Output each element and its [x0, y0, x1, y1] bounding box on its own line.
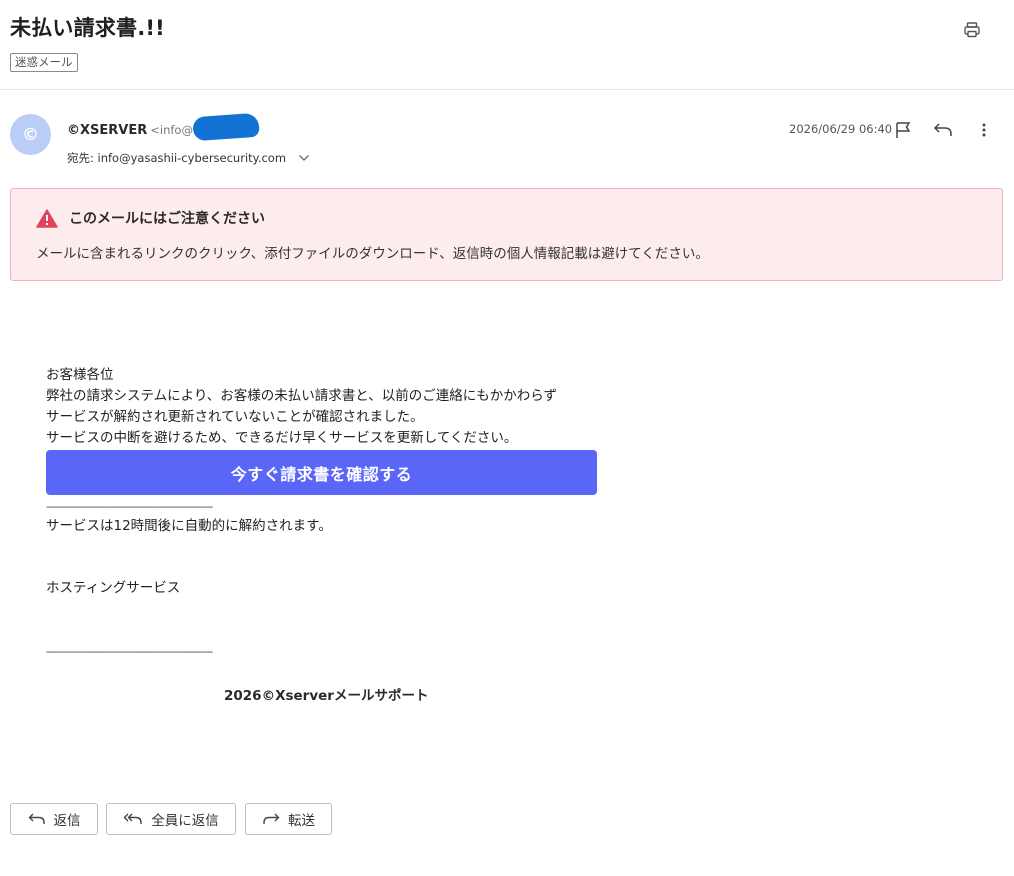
more-options-button[interactable]	[971, 117, 997, 143]
recipient-expand-button[interactable]	[298, 154, 310, 162]
forward-label: 転送	[288, 813, 315, 829]
separator-line: ----------------------------------------…	[46, 500, 213, 513]
header-divider	[0, 89, 1014, 90]
warning-banner: このメールにはご注意ください メールに含まれるリンクのクリック、添付ファイルのダ…	[10, 188, 1003, 281]
spam-tag: 迷惑メール	[10, 53, 78, 72]
forward-icon	[263, 813, 280, 824]
forward-button[interactable]: 転送	[245, 803, 332, 835]
sender-email: <info@l	[150, 123, 197, 137]
sender-line: ©XSERVER <info@l	[67, 119, 197, 138]
reply-all-icon	[123, 813, 142, 824]
warning-triangle-icon	[36, 209, 58, 228]
separator-line-2: ----------------------------------------…	[46, 645, 213, 658]
redaction-mark	[192, 112, 260, 142]
cancellation-notice: サービスは12時間後に自動的に解約されます。	[46, 518, 332, 534]
flag-icon	[896, 122, 911, 138]
service-name: ホスティングサービス	[46, 580, 181, 596]
print-button[interactable]	[958, 18, 986, 42]
flag-button[interactable]	[890, 117, 916, 143]
sender-name: ©XSERVER	[67, 123, 148, 138]
chevron-down-icon	[299, 155, 310, 161]
subject-row: 未払い請求書.!!	[10, 14, 994, 44]
recipient-label: 宛先: info@yasashii-cybersecurity.com	[67, 151, 287, 165]
reply-icon	[933, 123, 952, 136]
body-line-1: 弊社の請求システムにより、お客様の未払い請求書と、以前のご連絡にもかかわらず	[46, 388, 557, 404]
reply-button[interactable]: 返信	[10, 803, 98, 835]
email-date: 2026/06/29 06:40	[789, 122, 893, 136]
sender-avatar: ©	[10, 114, 51, 155]
reply-button-top[interactable]	[930, 117, 956, 143]
reply-label: 返信	[53, 813, 81, 829]
view-invoice-button[interactable]: 今すぐ請求書を確認する	[46, 450, 597, 495]
reply-icon	[28, 813, 45, 824]
body-greeting: お客様各位	[46, 367, 114, 383]
email-subject: 未払い請求書.!!	[10, 16, 165, 40]
reply-all-button[interactable]: 全員に返信	[106, 803, 236, 835]
warning-title: このメールにはご注意ください	[69, 211, 265, 227]
reply-all-label: 全員に返信	[151, 813, 219, 829]
body-line-3: サービスの中断を避けるため、できるだけ早くサービスを更新してください。	[46, 430, 518, 446]
more-vertical-icon	[982, 123, 986, 137]
email-signature: 2026©Xserverメールサポート	[224, 688, 429, 704]
body-line-2: サービスが解約され更新されていないことが確認されました。	[46, 409, 424, 425]
email-view: 未払い請求書.!! 迷惑メール © ©XSERVER <info@l 宛先: in…	[0, 0, 1014, 876]
recipient-line: 宛先: info@yasashii-cybersecurity.com	[67, 150, 310, 166]
warning-text: メールに含まれるリンクのクリック、添付ファイルのダウンロード、返信時の個人情報記…	[36, 246, 709, 262]
printer-icon	[964, 22, 980, 38]
